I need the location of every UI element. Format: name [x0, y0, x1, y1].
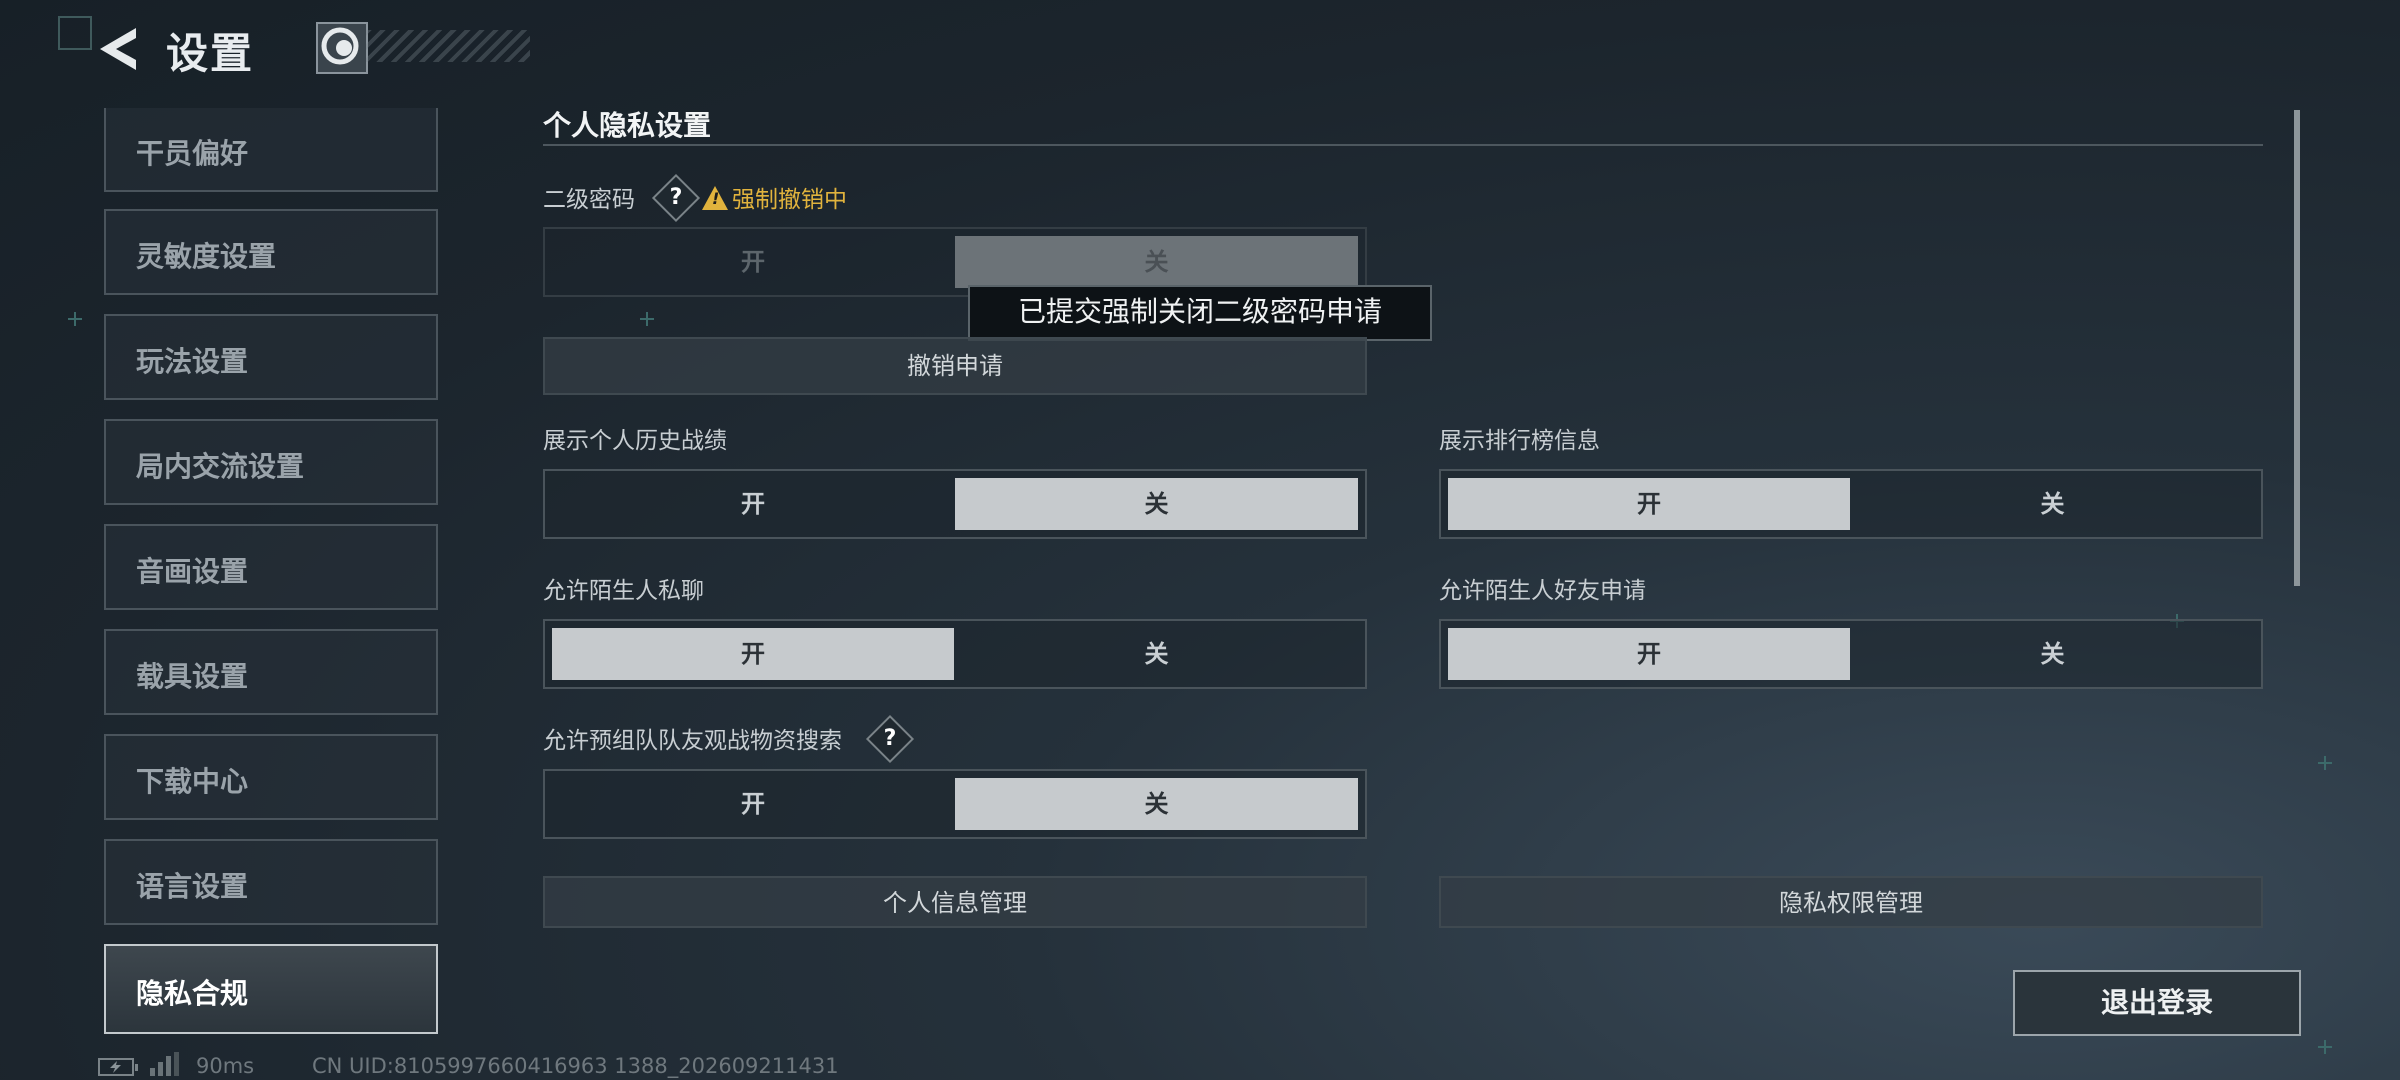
toggle-on-option[interactable]: 开: [552, 778, 954, 830]
avatar[interactable]: [316, 22, 368, 74]
toggle-off-option[interactable]: 关: [1851, 628, 2254, 680]
toggle-on-option[interactable]: 开: [1448, 628, 1850, 680]
sidebar-item-label: 下载中心: [136, 765, 249, 798]
show-leaderboard-label: 展示排行榜信息: [1439, 428, 1600, 454]
show-history-label: 展示个人历史战绩: [543, 428, 727, 454]
header-stripes-decoration: [366, 30, 530, 62]
sidebar-item-operator-preference[interactable]: 干员偏好: [104, 108, 438, 192]
sidebar-item-privacy[interactable]: 隐私合规: [104, 944, 438, 1034]
sidebar-item-vehicle[interactable]: 载具设置: [104, 629, 438, 715]
sidebar-item-label: 隐私合规: [136, 977, 249, 1010]
personal-info-management-button[interactable]: 个人信息管理: [543, 876, 1367, 928]
logout-button[interactable]: 退出登录: [2013, 970, 2301, 1036]
sidebar-item-label: 载具设置: [136, 660, 249, 693]
sidebar-item-label: 干员偏好: [136, 137, 249, 170]
stranger-friend-label: 允许陌生人好友申请: [1439, 578, 1646, 604]
section-divider: [543, 144, 2263, 146]
help-icon[interactable]: ?: [865, 714, 915, 764]
show-leaderboard-toggle: 开 关: [1439, 469, 2263, 539]
team-spectate-label: 允许预组队队友观战物资搜索: [543, 728, 842, 754]
crosshair-decoration: [68, 312, 82, 326]
section-title: 个人隐私设置: [543, 109, 712, 142]
scrollbar[interactable]: [2294, 110, 2300, 586]
toggle-off-option: 关: [955, 236, 1358, 288]
toggle-off-option[interactable]: 关: [955, 628, 1358, 680]
crosshair-decoration: [640, 312, 654, 326]
stranger-chat-toggle: 开 关: [543, 619, 1367, 689]
sidebar-item-sensitivity[interactable]: 灵敏度设置: [104, 209, 438, 295]
warning-icon: [702, 186, 728, 210]
secondary-password-label: 二级密码: [543, 187, 635, 213]
toggle-on-option[interactable]: 开: [552, 478, 954, 530]
sidebar-item-download-center[interactable]: 下载中心: [104, 734, 438, 820]
help-glyph: ?: [883, 726, 897, 751]
password-status-tooltip: 已提交强制关闭二级密码申请: [968, 285, 1432, 341]
signal-strength-icon: [150, 1052, 180, 1076]
stranger-chat-label: 允许陌生人私聊: [543, 578, 704, 604]
sidebar-item-label: 音画设置: [136, 555, 249, 588]
toggle-off-option[interactable]: 关: [955, 478, 1358, 530]
stranger-friend-toggle: 开 关: [1439, 619, 2263, 689]
warning-text: 强制撤销中: [732, 187, 847, 213]
help-icon[interactable]: ?: [651, 173, 701, 223]
toggle-off-option[interactable]: 关: [1851, 478, 2254, 530]
toggle-on-option[interactable]: 开: [552, 628, 954, 680]
ping-value: 90ms: [196, 1054, 255, 1078]
back-arrow-icon[interactable]: [96, 24, 142, 74]
sidebar-item-in-game-communication[interactable]: 局内交流设置: [104, 419, 438, 505]
top-header: 设置: [0, 0, 600, 100]
user-avatar-icon: [321, 27, 359, 65]
sidebar-item-label: 局内交流设置: [136, 450, 305, 483]
page-title: 设置: [166, 29, 255, 78]
battery-icon: [98, 1058, 138, 1076]
crosshair-decoration: [2318, 1040, 2332, 1054]
crosshair-decoration: [2318, 756, 2332, 770]
sidebar-item-audio-video[interactable]: 音画设置: [104, 524, 438, 610]
user-uid: CN UID:8105997660416963 1388_20260921143…: [312, 1054, 839, 1078]
sidebar-item-label: 玩法设置: [136, 345, 249, 378]
sidebar-item-label: 灵敏度设置: [136, 240, 277, 273]
sidebar-item-language[interactable]: 语言设置: [104, 839, 438, 925]
toggle-on-option[interactable]: 开: [1448, 478, 1850, 530]
help-glyph: ?: [669, 185, 683, 210]
show-history-toggle: 开 关: [543, 469, 1367, 539]
sidebar-item-label: 语言设置: [136, 870, 249, 903]
privacy-permission-management-button[interactable]: 隐私权限管理: [1439, 876, 2263, 928]
cancel-request-button[interactable]: 撤销申请: [543, 337, 1367, 395]
toggle-off-option[interactable]: 关: [955, 778, 1358, 830]
sidebar-item-gameplay[interactable]: 玩法设置: [104, 314, 438, 400]
warning-status: 强制撤销中: [702, 180, 847, 214]
team-spectate-toggle: 开 关: [543, 769, 1367, 839]
toggle-on-option: 开: [741, 248, 765, 276]
